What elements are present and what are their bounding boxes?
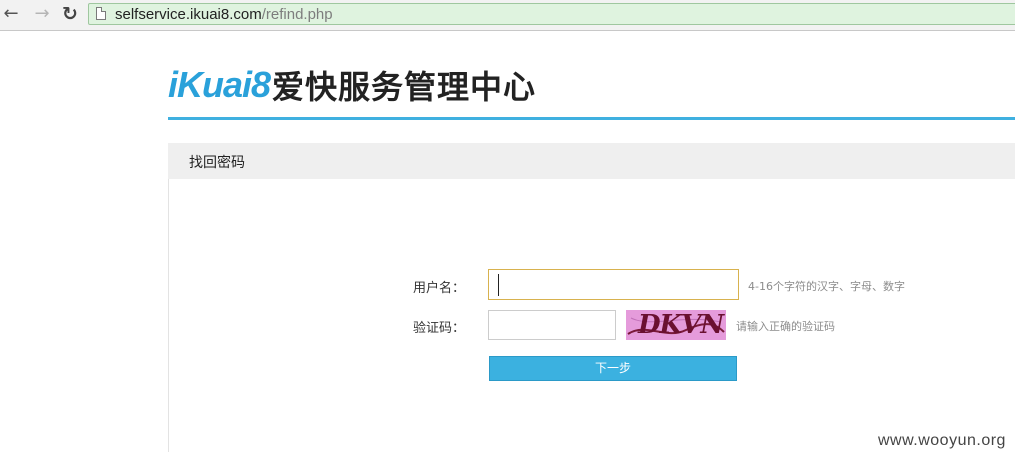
username-label: 用户名： <box>413 281 466 296</box>
username-hint: 4-16个字符的汉字、字母、数字 <box>748 280 905 293</box>
panel-border <box>168 179 169 452</box>
captcha-input[interactable] <box>488 310 616 340</box>
arrow-right-icon[interactable]: → <box>31 3 53 25</box>
site-logo: iKuai8爱快服务管理中心 <box>168 62 536 106</box>
page-title: 找回密码 <box>189 155 245 171</box>
watermark: www.wooyun.org <box>878 432 1006 449</box>
next-step-button[interactable]: 下一步 <box>489 356 737 381</box>
url-text: selfservice.ikuai8.com/refind.php <box>115 5 333 24</box>
captcha-image[interactable]: DKVN <box>626 310 726 340</box>
panel-header: 找回密码 <box>168 143 1015 179</box>
url-host: selfservice.ikuai8.com <box>115 6 262 23</box>
address-bar[interactable]: selfservice.ikuai8.com/refind.php <box>88 3 1015 25</box>
reload-icon[interactable]: ↻ <box>59 3 81 25</box>
text-caret <box>498 274 499 296</box>
url-path: /refind.php <box>261 6 333 23</box>
captcha-label: 验证码： <box>413 321 466 336</box>
header-divider <box>168 117 1015 120</box>
username-input[interactable] <box>488 269 739 300</box>
logo-mark: iKuai8 <box>168 64 271 105</box>
browser-toolbar: ← → ↻ selfservice.ikuai8.com/refind.php <box>0 0 1015 31</box>
captcha-hint: 请输入正确的验证码 <box>736 320 835 333</box>
page-icon <box>96 7 106 20</box>
captcha-text: DKVN <box>638 310 724 340</box>
logo-title: 爱快服务管理中心 <box>272 68 537 106</box>
arrow-left-icon[interactable]: ← <box>0 3 22 25</box>
